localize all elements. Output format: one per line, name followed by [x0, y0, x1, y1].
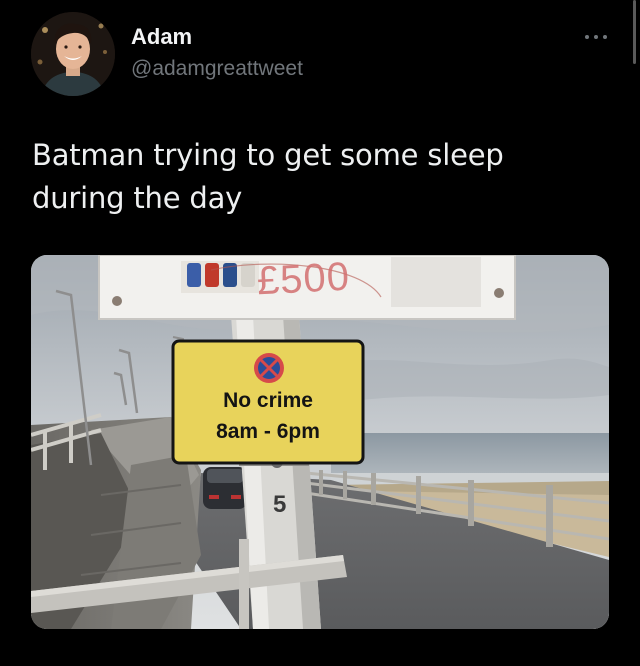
post-number: 5: [273, 491, 287, 518]
tweet-text: Batman trying to get some sleep during t…: [32, 134, 592, 220]
tweet-card: Adam @adamgreattweet Batman trying to ge…: [0, 0, 640, 666]
tweet-text-line-1: Batman trying to get some sleep: [32, 138, 504, 172]
scrollbar[interactable]: [633, 0, 636, 64]
author-name[interactable]: Adam: [131, 24, 192, 50]
author-handle[interactable]: @adamgreattweet: [131, 57, 303, 81]
avatar[interactable]: [31, 12, 115, 96]
sign-text-line-1: No crime: [223, 389, 313, 412]
price-graffiti: £500: [255, 255, 352, 304]
sign-text-line-2: 8am - 6pm: [216, 420, 320, 443]
tweet-text-line-2: during the day: [32, 181, 243, 215]
avatar-photo: [31, 12, 115, 96]
more-options-icon[interactable]: [580, 24, 612, 50]
tweet-photo[interactable]: £500 No crime 8am - 6pm 5: [31, 255, 609, 629]
